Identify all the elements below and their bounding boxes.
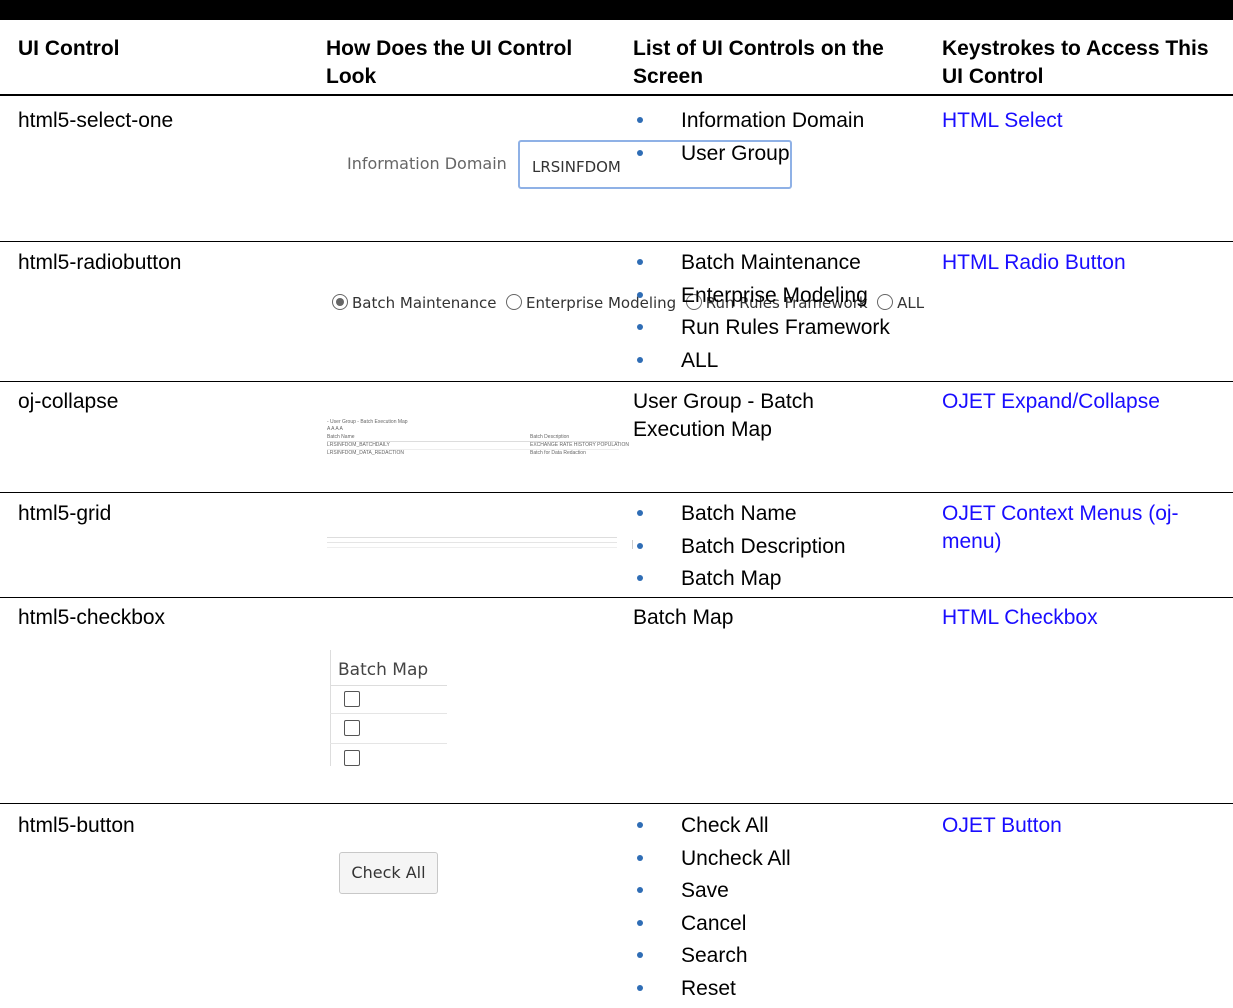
collapse-subtitle: A A A A: [327, 426, 343, 432]
radio-selected-icon: [332, 294, 348, 310]
list-item: Batch Description: [633, 533, 846, 566]
header-look: How Does the UI Control Look: [326, 37, 573, 88]
grid-line: [327, 542, 617, 543]
row-divider: [0, 803, 1233, 804]
header-list: List of UI Controls on the Screen: [633, 37, 884, 88]
row-divider: [0, 492, 1233, 493]
checkbox-icon: [344, 720, 360, 736]
header-keystrokes: Keystrokes to Access This UI Control: [942, 37, 1209, 88]
checkbox-column-border: [330, 650, 331, 766]
keystroke-link[interactable]: HTML Checkbox: [942, 604, 1098, 632]
grid-line: [327, 537, 617, 538]
collapse-cell: LRSINFDOM_DATA_REDACTION: [327, 450, 405, 456]
collapse-cell: Batch for Data Redaction: [530, 450, 586, 456]
collapse-col-name: Batch Name: [327, 434, 355, 440]
checkbox-header: Batch Map: [338, 660, 429, 680]
control-name: html5-grid: [18, 502, 112, 525]
radio-empty-icon: [506, 294, 523, 310]
row-divider: [0, 241, 1233, 242]
list-item: Search: [633, 942, 791, 975]
collapse-cell: LRSINFDOM_BATCHDAILY: [327, 442, 390, 448]
controls-text: Batch Map: [633, 606, 734, 629]
checkbox-divider: [330, 713, 447, 714]
list-item: Enterprise Modeling: [633, 282, 890, 315]
grid-line: [327, 547, 617, 548]
checkbox-divider: [330, 743, 447, 744]
keystroke-link[interactable]: OJET Button: [942, 812, 1062, 840]
select-illustration-label: Information Domain: [347, 154, 507, 173]
list-item: Check All: [633, 812, 791, 845]
select-illustration-value: LRSINFDOM: [532, 158, 621, 176]
control-name: html5-radiobutton: [18, 251, 182, 274]
controls-text: User Group - Batch Execution Map: [633, 390, 814, 441]
collapse-cell: EXCHANGE RATE HISTORY POPULATION: [530, 442, 630, 448]
row-divider: [0, 381, 1233, 382]
control-name: html5-checkbox: [18, 606, 166, 629]
list-item: Information Domain: [633, 107, 864, 140]
header-ui-control: UI Control: [18, 37, 120, 60]
keystroke-link[interactable]: OJET Expand/Collapse: [942, 388, 1160, 416]
list-item: Reset: [633, 975, 791, 1008]
radio-option: ALL: [897, 294, 925, 312]
controls-list: Check All Uncheck All Save Cancel Search…: [633, 812, 791, 1008]
list-item: Save: [633, 877, 791, 910]
list-item: Batch Map: [633, 565, 846, 598]
row-divider: [0, 597, 1233, 598]
keystroke-link[interactable]: OJET Context Menus (oj-menu): [942, 500, 1222, 556]
list-item: Batch Maintenance: [633, 249, 890, 282]
checkbox-icon: [344, 691, 360, 707]
controls-list: Batch Maintenance Enterprise Modeling Ru…: [633, 249, 890, 379]
collapse-title: - User Group - Batch Execution Map: [327, 419, 408, 425]
list-item: Run Rules Framework: [633, 314, 890, 347]
control-name: html5-button: [18, 814, 135, 837]
header-divider: [0, 94, 1233, 96]
keystroke-link[interactable]: HTML Select: [942, 107, 1063, 135]
top-rule: [0, 0, 1233, 20]
controls-list: Information Domain User Group: [633, 107, 864, 172]
control-name: html5-select-one: [18, 109, 174, 132]
control-name: oj-collapse: [18, 390, 119, 413]
list-item: Uncheck All: [633, 845, 791, 878]
list-item: ALL: [633, 347, 890, 380]
list-item: Batch Name: [633, 500, 846, 533]
check-all-button-illustration: Check All: [339, 852, 438, 894]
controls-list: Batch Name Batch Description Batch Map: [633, 500, 846, 598]
list-item: User Group: [633, 140, 864, 173]
checkbox-icon: [344, 750, 360, 766]
radio-option: Batch Maintenance: [352, 294, 497, 312]
checkbox-divider: [330, 685, 447, 686]
collapse-col-desc: Batch Description: [530, 434, 570, 440]
list-item: Cancel: [633, 910, 791, 943]
keystroke-link[interactable]: HTML Radio Button: [942, 249, 1126, 277]
